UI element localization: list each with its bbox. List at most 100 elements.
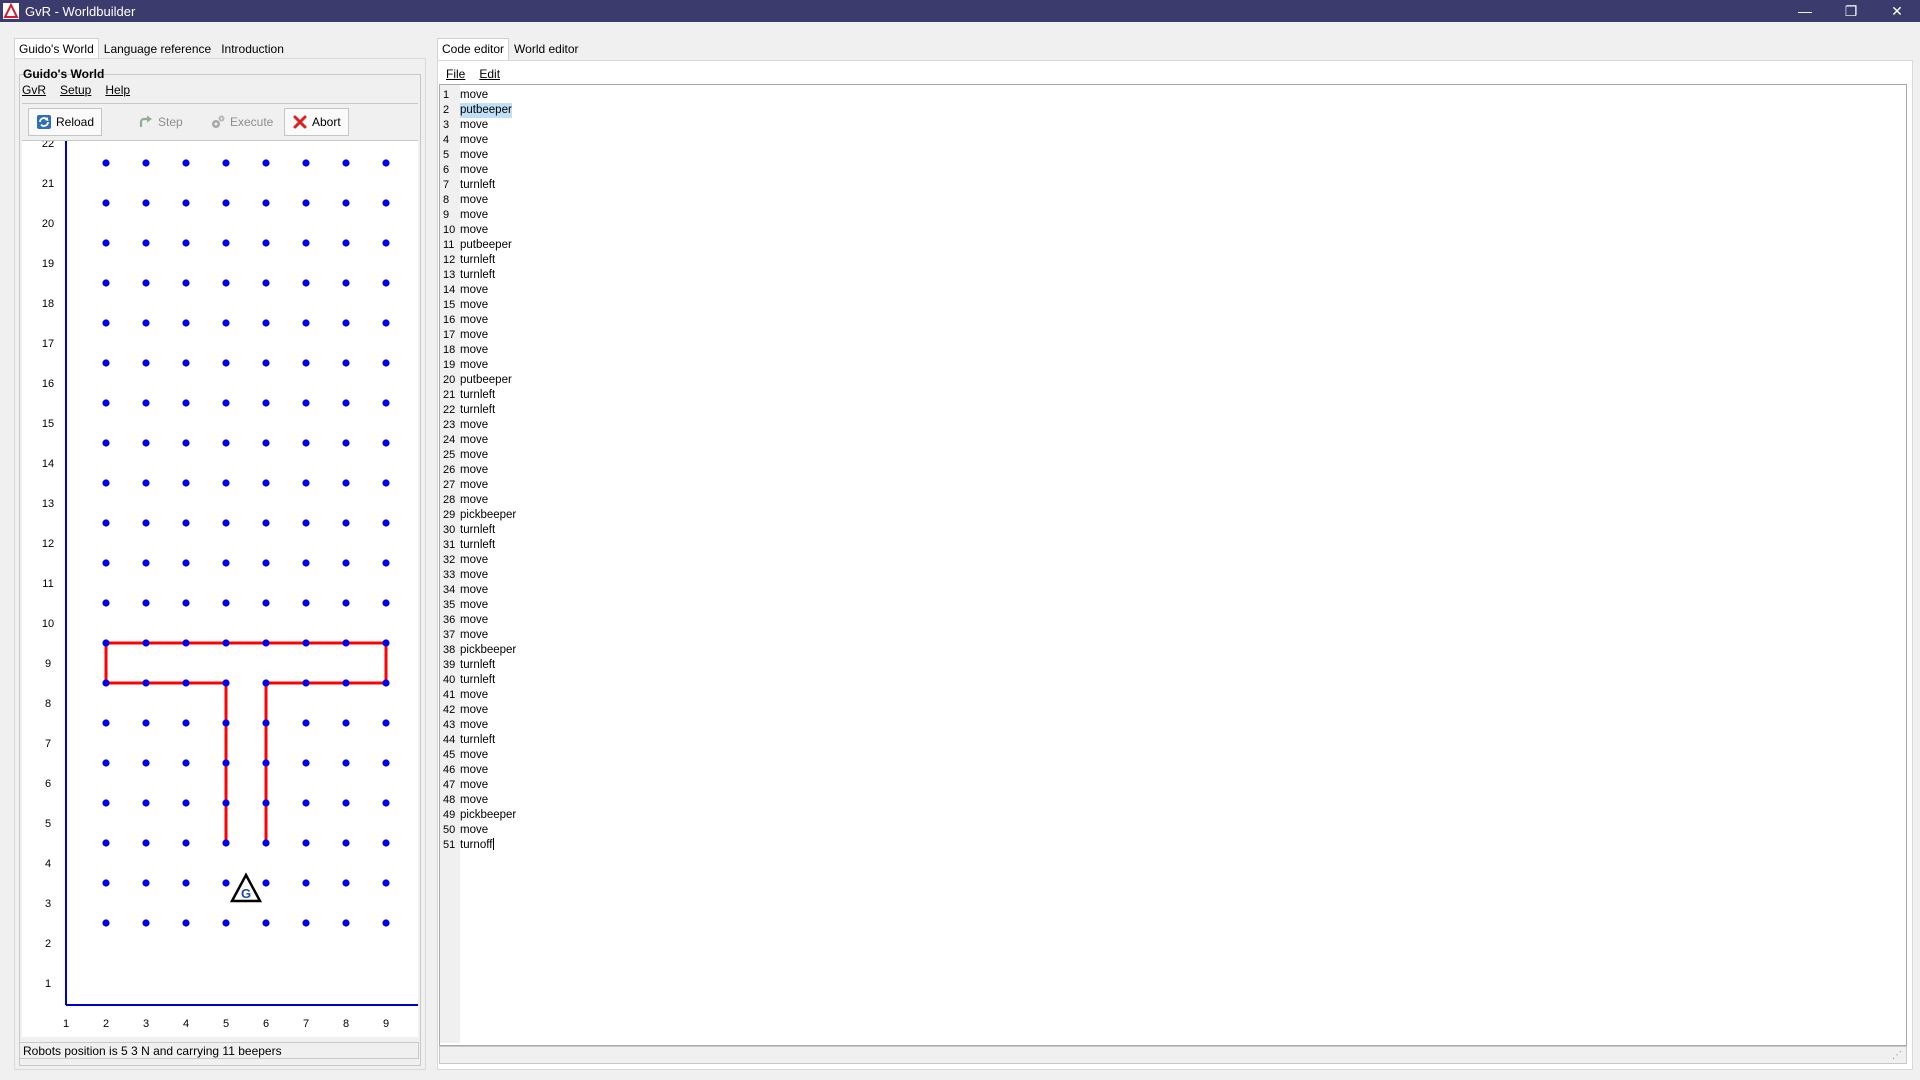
y-tick-label: 20 (42, 218, 54, 230)
menu-setup[interactable]: Setup (60, 83, 91, 97)
code-line[interactable]: 44 turnleft (440, 733, 516, 748)
code-line[interactable]: 37 move (440, 628, 516, 643)
code-line[interactable]: 14 move (440, 283, 516, 298)
execute-button[interactable]: Execute (202, 108, 281, 136)
world-canvas[interactable]: 1 2 3 4 5 6 7 8 9 1 2 3 4 5 6 7 8 9 10 11 12 13 14 15 16 17 18 19 20… (22, 141, 418, 1037)
code-line[interactable]: 51 turnoff (440, 838, 516, 853)
intersection-dot (302, 319, 310, 327)
tab-code-editor[interactable]: Code editor (437, 38, 510, 61)
code-line[interactable]: 3 move (440, 118, 516, 133)
code-line[interactable]: 25 move (440, 448, 516, 463)
abort-button[interactable]: Abort (284, 108, 349, 136)
line-number: 10 (443, 224, 456, 236)
code-line[interactable]: 43 move (440, 718, 516, 733)
code-line[interactable]: 28 move (440, 493, 516, 508)
code-line[interactable]: 7 turnleft (440, 178, 516, 193)
code-line[interactable]: 18 move (440, 343, 516, 358)
intersection-dot (102, 639, 110, 647)
code-line[interactable]: 21 turnleft (440, 388, 516, 403)
intersection-dot (262, 799, 270, 807)
code-line[interactable]: 26 move (440, 463, 516, 478)
world-grid: 1 2 3 4 5 6 7 8 91234567891011121314151617181920… (42, 141, 418, 1030)
code-line[interactable]: 49 pickbeeper (440, 808, 516, 823)
code-line[interactable]: 41 move (440, 688, 516, 703)
intersection-dot (302, 239, 310, 247)
line-number: 51 (443, 839, 456, 851)
code-line[interactable]: 12 turnleft (440, 253, 516, 268)
code-line[interactable]: 24 move (440, 433, 516, 448)
code-line[interactable]: 13 turnleft (440, 268, 516, 283)
resize-grip-icon[interactable]: ⋰ (1892, 1050, 1902, 1061)
code-line[interactable]: 42 move (440, 703, 516, 718)
menu-edit[interactable]: Edit (479, 67, 500, 81)
menu-gvr[interactable]: GvR (22, 83, 46, 97)
code-line[interactable]: 1 move (440, 88, 516, 103)
code-line[interactable]: 47 move (440, 778, 516, 793)
reload-button[interactable]: Reload (28, 108, 103, 136)
minimize-icon[interactable]: — (1782, 0, 1828, 22)
code-line[interactable]: 38 pickbeeper (440, 643, 516, 658)
code-line[interactable]: 11 putbeeper (440, 238, 516, 253)
intersection-dot (142, 599, 150, 607)
code-line[interactable]: 46 move (440, 763, 516, 778)
code-line[interactable]: 40 turnleft (440, 673, 516, 688)
code-line[interactable]: 4 move (440, 133, 516, 148)
intersection-dot (102, 759, 110, 767)
line-number: 25 (443, 449, 456, 461)
intersection-dot (302, 279, 310, 287)
code-line[interactable]: 16 move (440, 313, 516, 328)
code-line[interactable]: 5 move (440, 148, 516, 163)
horizontal-scrollbar[interactable]: ⋰ (439, 1046, 1907, 1064)
code-line[interactable]: 2 putbeeper (440, 103, 516, 118)
intersection-dot (102, 919, 110, 927)
code-line[interactable]: 10 move (440, 223, 516, 238)
code-line[interactable]: 15 move (440, 298, 516, 313)
menu-file[interactable]: File (446, 67, 465, 81)
step-button[interactable]: Step (130, 108, 191, 136)
intersection-dot (222, 919, 230, 927)
close-icon[interactable]: ✕ (1874, 0, 1920, 22)
code-line[interactable]: 50 move (440, 823, 516, 838)
intersection-dot (182, 399, 190, 407)
code-line[interactable]: 29 pickbeeper (440, 508, 516, 523)
code-line[interactable]: 20 putbeeper (440, 373, 516, 388)
intersection-dot (382, 599, 390, 607)
code-line[interactable]: 22 turnleft (440, 403, 516, 418)
intersection-dot (302, 719, 310, 727)
code-line[interactable]: 23 move (440, 418, 516, 433)
editor-menubar: File Edit (446, 67, 500, 81)
code-line[interactable]: 17 move (440, 328, 516, 343)
code-line[interactable]: 27 move (440, 478, 516, 493)
intersection-dot (342, 559, 350, 567)
code-line[interactable]: 9 move (440, 208, 516, 223)
code-line[interactable]: 32 move (440, 553, 516, 568)
code-line[interactable]: 48 move (440, 793, 516, 808)
line-number: 33 (443, 569, 456, 581)
code-line[interactable]: 34 move (440, 583, 516, 598)
intersection-dot (262, 639, 270, 647)
code-line[interactable]: 39 turnleft (440, 658, 516, 673)
line-number: 31 (443, 539, 456, 551)
code-line[interactable]: 35 move (440, 598, 516, 613)
intersection-dot (262, 479, 270, 487)
code-line[interactable]: 8 move (440, 193, 516, 208)
line-number: 16 (443, 314, 456, 326)
code-line[interactable]: 45 move (440, 748, 516, 763)
restore-icon[interactable]: ❐ (1828, 0, 1874, 22)
code-editor[interactable]: 1 move 2 putbeeper 3 move 4 move 5 move 6 move 7 turn… (439, 84, 1907, 1046)
code-line[interactable]: 33 move (440, 568, 516, 583)
code-line[interactable]: 30 turnleft (440, 523, 516, 538)
code-line[interactable]: 19 move (440, 358, 516, 373)
tab-world-editor[interactable]: World editor (509, 38, 583, 61)
code-text: move (460, 494, 489, 506)
menu-help[interactable]: Help (105, 83, 130, 97)
intersection-dot (182, 639, 190, 647)
intersection-dot (342, 719, 350, 727)
intersection-dot (262, 679, 270, 687)
intersection-dot (262, 559, 270, 567)
code-line[interactable]: 31 turnleft (440, 538, 516, 553)
line-number: 42 (443, 704, 456, 716)
code-line[interactable]: 36 move (440, 613, 516, 628)
code-line[interactable]: 6 move (440, 163, 516, 178)
code-text: move (460, 344, 489, 356)
